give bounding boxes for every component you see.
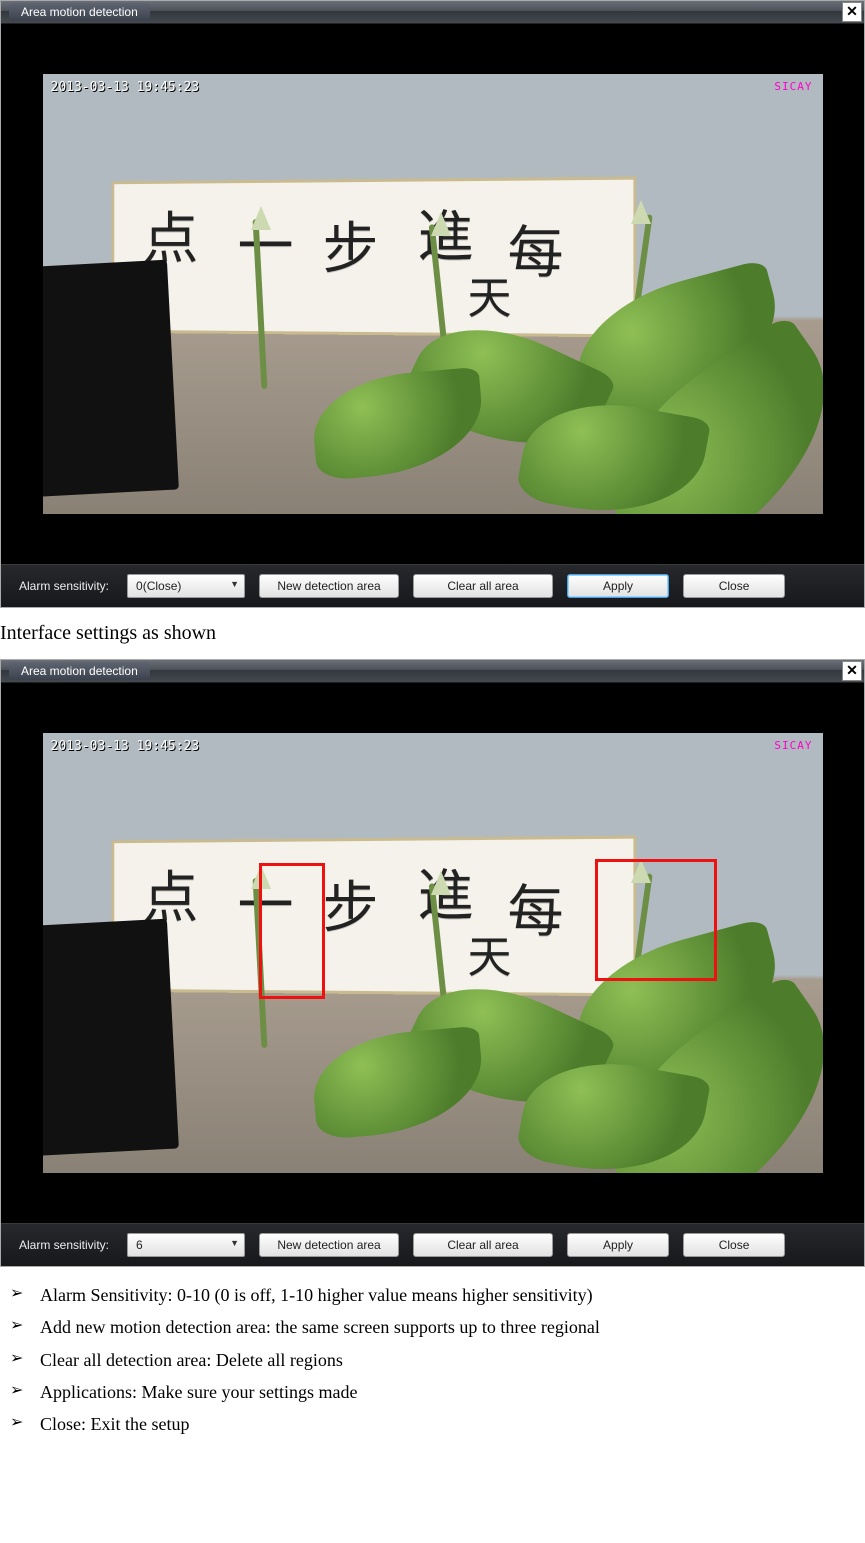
list-item: Clear all detection area: Delete all reg… xyxy=(4,1344,865,1376)
calligraphy-char: 天 xyxy=(468,262,512,326)
plant-shoot xyxy=(631,200,651,224)
new-detection-area-button[interactable]: New detection area xyxy=(259,1233,399,1257)
plant-leaf xyxy=(308,1026,486,1140)
apply-button[interactable]: Apply xyxy=(567,1233,669,1257)
window-title: Area motion detection xyxy=(9,3,150,21)
alarm-sensitivity-select[interactable]: 0(Close) xyxy=(127,574,245,598)
clear-all-area-button[interactable]: Clear all area xyxy=(413,1233,553,1257)
close-icon[interactable]: ✕ xyxy=(842,661,862,681)
list-item: Alarm Sensitivity: 0-10 (0 is off, 1-10 … xyxy=(4,1279,865,1311)
calligraphy-char: 每 xyxy=(508,208,564,289)
plant-shoot xyxy=(251,206,271,230)
window-title: Area motion detection xyxy=(9,662,150,680)
feed-brand: SICAY xyxy=(774,80,812,93)
alarm-sensitivity-label: Alarm sensitivity: xyxy=(19,1238,109,1252)
calligraphy-char: 每 xyxy=(508,867,564,948)
toolbar: Alarm sensitivity: 6 New detection area … xyxy=(1,1223,864,1266)
monitor-shape xyxy=(43,260,179,499)
plant-leaf xyxy=(308,367,486,481)
monitor-shape xyxy=(43,919,179,1158)
detection-area-box[interactable] xyxy=(595,859,717,981)
video-area[interactable]: 2013-03-13 19:45:23 SICAY 点 一 步 進 每 天 xyxy=(1,24,864,564)
motion-detection-window-2: Area motion detection ✕ 2013-03-13 19:45… xyxy=(0,659,865,1267)
feed-timestamp: 2013-03-13 19:45:23 xyxy=(51,739,200,754)
calligraphy-char: 步 xyxy=(323,863,379,944)
list-item: Applications: Make sure your settings ma… xyxy=(4,1376,865,1408)
close-icon[interactable]: ✕ xyxy=(842,2,862,22)
title-bar: Area motion detection ✕ xyxy=(1,1,864,24)
camera-feed: 2013-03-13 19:45:23 SICAY 点 一 步 進 每 天 xyxy=(43,74,823,514)
title-bar: Area motion detection ✕ xyxy=(1,660,864,683)
calligraphy-char: 天 xyxy=(468,921,512,985)
select-value: 0(Close) xyxy=(136,579,181,593)
list-item: Add new motion detection area: the same … xyxy=(4,1311,865,1343)
close-button[interactable]: Close xyxy=(683,574,785,598)
new-detection-area-button[interactable]: New detection area xyxy=(259,574,399,598)
calligraphy-char: 步 xyxy=(323,204,379,285)
select-value: 6 xyxy=(136,1238,143,1252)
alarm-sensitivity-select[interactable]: 6 xyxy=(127,1233,245,1257)
plant-shoot xyxy=(431,212,451,236)
clear-all-area-button[interactable]: Clear all area xyxy=(413,574,553,598)
close-button[interactable]: Close xyxy=(683,1233,785,1257)
alarm-sensitivity-label: Alarm sensitivity: xyxy=(19,579,109,593)
apply-button[interactable]: Apply xyxy=(567,574,669,598)
list-item: Close: Exit the setup xyxy=(4,1408,865,1440)
detection-area-box[interactable] xyxy=(259,863,325,999)
camera-feed: 2013-03-13 19:45:23 SICAY 点 一 步 進 每 天 xyxy=(43,733,823,1173)
feed-brand: SICAY xyxy=(774,739,812,752)
notes-list: Alarm Sensitivity: 0-10 (0 is off, 1-10 … xyxy=(0,1279,865,1440)
caption-text: Interface settings as shown xyxy=(0,622,865,645)
feed-timestamp: 2013-03-13 19:45:23 xyxy=(51,80,200,95)
toolbar: Alarm sensitivity: 0(Close) New detectio… xyxy=(1,564,864,607)
plant-shoot xyxy=(431,871,451,895)
motion-detection-window-1: Area motion detection ✕ 2013-03-13 19:45… xyxy=(0,0,865,608)
video-area[interactable]: 2013-03-13 19:45:23 SICAY 点 一 步 進 每 天 xyxy=(1,683,864,1223)
